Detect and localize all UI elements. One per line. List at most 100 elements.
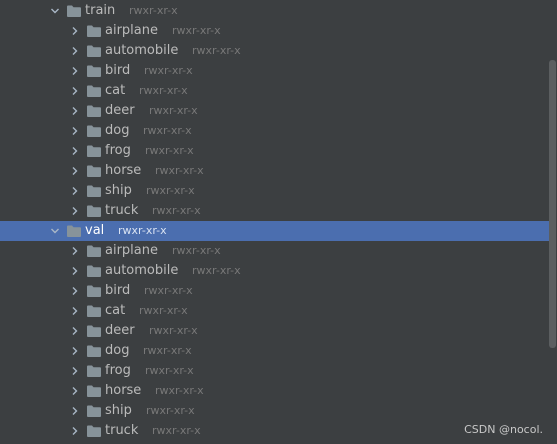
tree-row-deer[interactable]: deer rwxr-xr-x <box>0 321 552 341</box>
tree-row-airplane[interactable]: airplane rwxr-xr-x <box>0 241 552 261</box>
tree-row-bird[interactable]: bird rwxr-xr-x <box>0 61 552 81</box>
tree-row-automobile[interactable]: automobile rwxr-xr-x <box>0 41 552 61</box>
chevron-right-icon[interactable] <box>68 21 82 41</box>
permissions-label: rwxr-xr-x <box>172 244 221 257</box>
folder-name: deer <box>105 103 135 118</box>
tree-row-val[interactable]: val rwxr-xr-x <box>0 221 552 241</box>
permissions-label: rwxr-xr-x <box>192 44 241 57</box>
folder-icon <box>86 284 102 298</box>
tree-row-truck[interactable]: truck rwxr-xr-x <box>0 201 552 221</box>
tree-row-ship[interactable]: ship rwxr-xr-x <box>0 401 552 421</box>
tree-row-automobile[interactable]: automobile rwxr-xr-x <box>0 261 552 281</box>
tree-row-dog[interactable]: dog rwxr-xr-x <box>0 341 552 361</box>
chevron-down-icon[interactable] <box>48 1 62 21</box>
folder-name: ship <box>105 403 132 418</box>
folder-name: bird <box>105 63 131 78</box>
folder-name: airplane <box>105 23 158 38</box>
chevron-right-icon[interactable] <box>68 361 82 381</box>
permissions-label: rwxr-xr-x <box>143 124 192 137</box>
chevron-right-icon[interactable] <box>68 401 82 421</box>
tree-row-deer[interactable]: deer rwxr-xr-x <box>0 101 552 121</box>
folder-icon <box>86 424 102 438</box>
folder-icon <box>86 304 102 318</box>
file-tree: train rwxr-xr-x airplane rwxr-xr-x automobil… <box>0 0 557 444</box>
chevron-right-icon[interactable] <box>68 181 82 201</box>
folder-icon <box>86 204 102 218</box>
folder-icon <box>86 364 102 378</box>
folder-name: cat <box>105 303 126 318</box>
permissions-label: rwxr-xr-x <box>118 224 167 237</box>
chevron-right-icon[interactable] <box>68 261 82 281</box>
chevron-right-icon[interactable] <box>68 281 82 301</box>
permissions-label: rwxr-xr-x <box>129 4 178 17</box>
folder-icon <box>86 344 102 358</box>
permissions-label: rwxr-xr-x <box>145 364 194 377</box>
tree-row-train[interactable]: train rwxr-xr-x <box>0 1 552 21</box>
folder-icon <box>86 44 102 58</box>
tree-row-bird[interactable]: bird rwxr-xr-x <box>0 281 552 301</box>
chevron-right-icon[interactable] <box>68 41 82 61</box>
permissions-label: rwxr-xr-x <box>155 164 204 177</box>
folder-icon <box>86 404 102 418</box>
folder-name: automobile <box>105 263 179 278</box>
chevron-right-icon[interactable] <box>68 381 82 401</box>
permissions-label: rwxr-xr-x <box>146 184 195 197</box>
folder-icon <box>66 224 82 238</box>
chevron-right-icon[interactable] <box>68 121 82 141</box>
folder-icon <box>86 324 102 338</box>
permissions-label: rwxr-xr-x <box>139 304 188 317</box>
folder-name: dog <box>105 123 130 138</box>
folder-name: truck <box>105 203 139 218</box>
chevron-right-icon[interactable] <box>68 161 82 181</box>
chevron-right-icon[interactable] <box>68 201 82 221</box>
chevron-right-icon[interactable] <box>68 141 82 161</box>
permissions-label: rwxr-xr-x <box>143 344 192 357</box>
folder-icon <box>86 84 102 98</box>
folder-icon <box>86 244 102 258</box>
tree-row-airplane[interactable]: airplane rwxr-xr-x <box>0 21 552 41</box>
folder-icon <box>86 164 102 178</box>
permissions-label: rwxr-xr-x <box>144 64 193 77</box>
tree-row-dog[interactable]: dog rwxr-xr-x <box>0 121 552 141</box>
tree-row-ship[interactable]: ship rwxr-xr-x <box>0 181 552 201</box>
folder-icon <box>86 144 102 158</box>
permissions-label: rwxr-xr-x <box>152 204 201 217</box>
chevron-right-icon[interactable] <box>68 301 82 321</box>
watermark: CSDN @nocol. <box>464 423 543 436</box>
folder-name: frog <box>105 143 131 158</box>
tree-row-frog[interactable]: frog rwxr-xr-x <box>0 141 552 161</box>
chevron-right-icon[interactable] <box>68 321 82 341</box>
permissions-label: rwxr-xr-x <box>139 84 188 97</box>
folder-icon <box>86 124 102 138</box>
scrollbar-thumb[interactable] <box>549 60 556 348</box>
tree-row-horse[interactable]: horse rwxr-xr-x <box>0 161 552 181</box>
vertical-scrollbar[interactable] <box>549 0 557 444</box>
tree-row-frog[interactable]: frog rwxr-xr-x <box>0 361 552 381</box>
chevron-down-icon[interactable] <box>48 221 62 241</box>
folder-icon <box>86 64 102 78</box>
chevron-right-icon[interactable] <box>68 81 82 101</box>
permissions-label: rwxr-xr-x <box>155 384 204 397</box>
chevron-right-icon[interactable] <box>68 341 82 361</box>
folder-name: truck <box>105 423 139 438</box>
folder-name: airplane <box>105 243 158 258</box>
folder-icon <box>86 264 102 278</box>
folder-name: deer <box>105 323 135 338</box>
chevron-right-icon[interactable] <box>68 421 82 441</box>
chevron-right-icon[interactable] <box>68 101 82 121</box>
folder-name: horse <box>105 383 142 398</box>
folder-name: horse <box>105 163 142 178</box>
tree-row-horse[interactable]: horse rwxr-xr-x <box>0 381 552 401</box>
tree-row-cat[interactable]: cat rwxr-xr-x <box>0 81 552 101</box>
folder-name: ship <box>105 183 132 198</box>
chevron-right-icon[interactable] <box>68 61 82 81</box>
permissions-label: rwxr-xr-x <box>192 264 241 277</box>
folder-name: automobile <box>105 43 179 58</box>
permissions-label: rwxr-xr-x <box>146 404 195 417</box>
folder-name: train <box>85 3 116 18</box>
folder-icon <box>86 24 102 38</box>
permissions-label: rwxr-xr-x <box>144 284 193 297</box>
tree-row-cat[interactable]: cat rwxr-xr-x <box>0 301 552 321</box>
folder-name: dog <box>105 343 130 358</box>
chevron-right-icon[interactable] <box>68 241 82 261</box>
